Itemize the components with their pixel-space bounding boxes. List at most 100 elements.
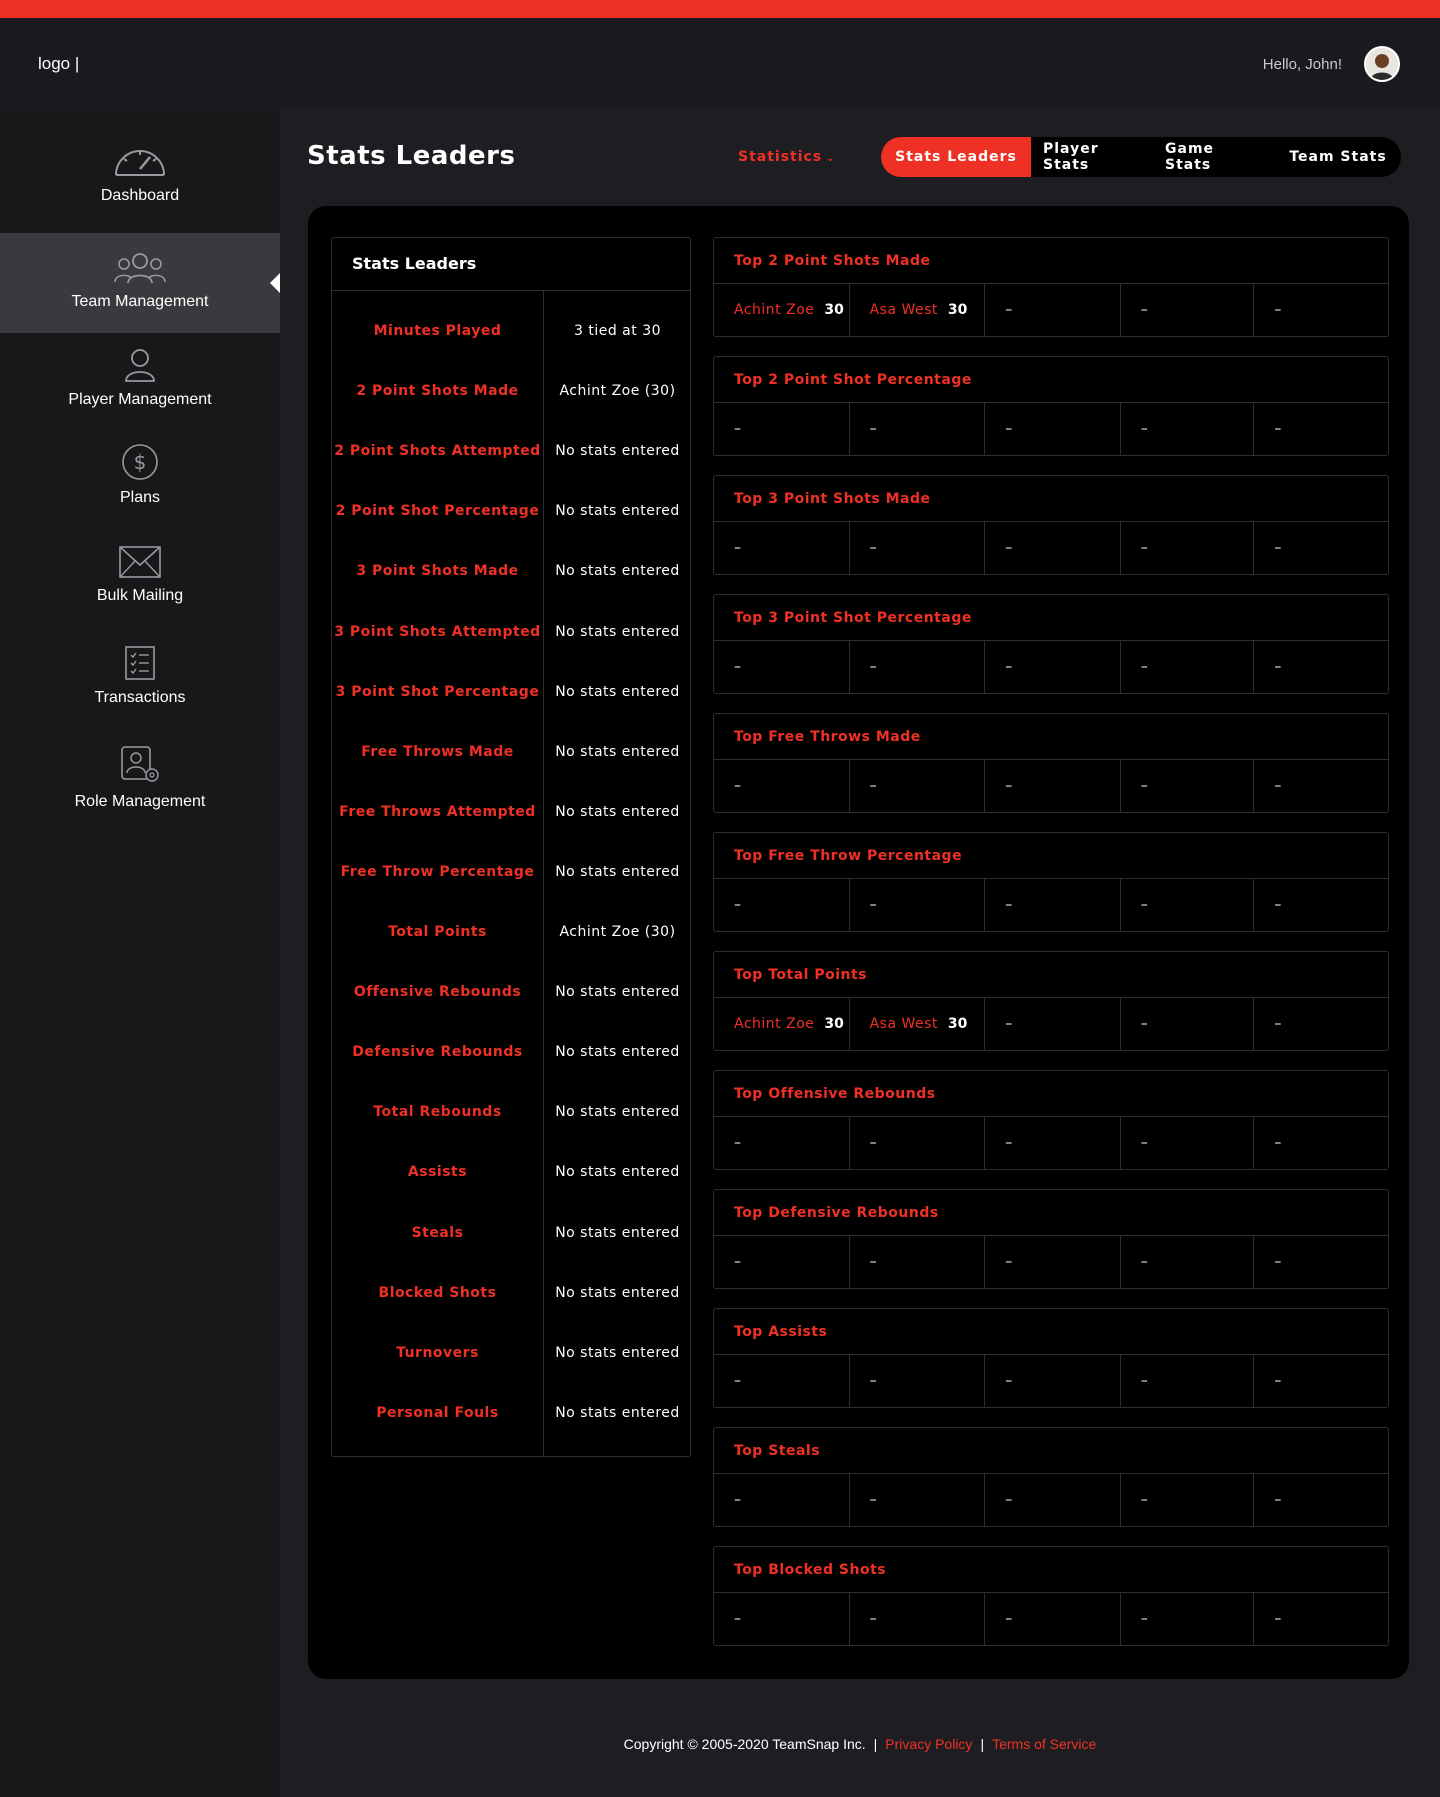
empty-stat-value: – — [1005, 421, 1013, 437]
player-name-link[interactable]: Achint Zoe — [734, 1016, 814, 1032]
stat-card-title: Top 3 Point Shots Made — [714, 476, 1388, 522]
statistics-dropdown[interactable]: Statistics ⌄ — [738, 149, 836, 165]
sidebar-item-transactions[interactable]: Transactions — [0, 645, 280, 725]
sidebar-item-role-management[interactable]: Role Management — [0, 745, 280, 825]
stat-cell: – — [1254, 1117, 1388, 1169]
empty-stat-value: – — [1140, 1492, 1148, 1508]
tab-player-stats[interactable]: Player Stats — [1031, 137, 1153, 177]
sidebar-item-plans[interactable]: $ Plans — [0, 443, 280, 523]
stat-card-title: Top Blocked Shots — [714, 1547, 1388, 1593]
stat-cell: – — [714, 1474, 850, 1526]
stat-card-title: Top Defensive Rebounds — [714, 1190, 1388, 1236]
stat-card: Top Free Throw Percentage – – – – – — [713, 832, 1389, 932]
stat-cell: – — [850, 760, 986, 812]
leader-stat-value: No stats entered — [555, 1344, 680, 1361]
stat-card-title: Top Free Throws Made — [714, 714, 1388, 760]
empty-stat-value: – — [869, 1492, 877, 1508]
leader-row: Defensive Rebounds No stats entered — [332, 1024, 692, 1084]
leader-row: Total Rebounds No stats entered — [332, 1084, 692, 1144]
leader-stat-name: 3 Point Shots Made — [356, 563, 519, 580]
stat-card-title: Top Assists — [714, 1309, 1388, 1355]
leader-stat-value: Achint Zoe (30) — [559, 383, 676, 400]
stat-card-title: Top 3 Point Shot Percentage — [714, 595, 1388, 641]
empty-stat-value: – — [1140, 897, 1148, 913]
empty-stat-value: – — [1274, 421, 1282, 437]
leader-row: Personal Fouls No stats entered — [332, 1385, 692, 1445]
stats-leaders-heading: Stats Leaders — [332, 238, 690, 291]
leader-stat-name: 2 Point Shots Made — [356, 383, 519, 400]
leader-stat-name: Free Throw Percentage — [340, 863, 535, 880]
stat-card-row: – – – – – — [714, 1355, 1388, 1407]
leader-row: 2 Point Shots Attempted No stats entered — [332, 423, 692, 483]
tab-game-stats[interactable]: Game Stats — [1153, 137, 1275, 177]
stat-card-title: Top Offensive Rebounds — [714, 1071, 1388, 1117]
leader-stat-value: No stats entered — [555, 1224, 680, 1241]
sidebar-item-team-management[interactable]: Team Management — [0, 233, 280, 333]
empty-stat-value: – — [1140, 1016, 1148, 1032]
leader-stat-value: No stats entered — [555, 1404, 680, 1421]
stat-cell: – — [1121, 1474, 1255, 1526]
empty-stat-value: – — [734, 1135, 741, 1151]
leader-row: Free Throws Attempted No stats entered — [332, 784, 692, 844]
stat-card-title: Top 2 Point Shots Made — [714, 238, 1388, 284]
privacy-policy-link[interactable]: Privacy Policy — [885, 1736, 972, 1752]
empty-stat-value: – — [734, 540, 741, 556]
stat-cell: – — [1254, 1474, 1388, 1526]
player-name-link[interactable]: Asa West — [870, 302, 938, 318]
player-stat-value: 30 — [947, 1016, 968, 1032]
leader-stat-value: No stats entered — [555, 803, 680, 820]
stat-cell: – — [1254, 522, 1388, 574]
avatar[interactable] — [1364, 46, 1400, 82]
empty-stat-value: – — [1140, 540, 1148, 556]
leader-row: Free Throws Made No stats entered — [332, 724, 692, 784]
stat-card: Top Assists – – – – – — [713, 1308, 1389, 1408]
stat-cell: – — [1254, 760, 1388, 812]
stat-cell: – — [985, 1236, 1121, 1288]
empty-stat-value: – — [1140, 1135, 1148, 1151]
sidebar-item-bulk-mailing[interactable]: Bulk Mailing — [0, 545, 280, 625]
leader-stat-value: No stats entered — [555, 1044, 680, 1061]
leader-row: Total Points Achint Zoe (30) — [332, 904, 692, 964]
sidebar-item-player-management[interactable]: Player Management — [0, 347, 280, 427]
empty-stat-value: – — [1005, 302, 1013, 318]
terms-of-service-link[interactable]: Terms of Service — [992, 1736, 1096, 1752]
stat-card: Top 3 Point Shots Made – – – – – — [713, 475, 1389, 575]
leader-row: 3 Point Shots Made No stats entered — [332, 543, 692, 603]
leader-row: Blocked Shots No stats entered — [332, 1265, 692, 1325]
stat-card-title: Top 2 Point Shot Percentage — [714, 357, 1388, 403]
stat-cell: – — [1254, 1355, 1388, 1407]
stat-card: Top Total Points Achint Zoe 30 Asa West 30 – –… — [713, 951, 1389, 1051]
empty-stat-value: – — [1005, 1611, 1013, 1627]
stat-card-row: – – – – – — [714, 1593, 1388, 1645]
empty-stat-value: – — [869, 1373, 877, 1389]
tab-stats-leaders[interactable]: Stats Leaders — [881, 137, 1031, 177]
empty-stat-value: – — [1005, 1373, 1013, 1389]
empty-stat-value: – — [869, 1611, 877, 1627]
empty-stat-value: – — [1005, 897, 1013, 913]
stat-card-row: – – – – – — [714, 1474, 1388, 1526]
tab-team-stats[interactable]: Team Stats — [1275, 137, 1401, 177]
stat-cell: – — [850, 879, 986, 931]
leader-stat-value: No stats entered — [555, 683, 680, 700]
stat-card-row: Achint Zoe 30 Asa West 30 – – – — [714, 284, 1388, 336]
leader-row: Minutes Played 3 tied at 30 — [332, 303, 692, 363]
stat-cell: – — [985, 1355, 1121, 1407]
empty-stat-value: – — [1140, 1254, 1148, 1270]
stat-cell: – — [850, 1474, 986, 1526]
stat-cell: Achint Zoe 30 — [714, 284, 850, 336]
stat-cell: – — [1121, 879, 1255, 931]
stat-card-row: – – – – – — [714, 879, 1388, 931]
leader-stat-name: 3 Point Shot Percentage — [335, 683, 540, 700]
sidebar-item-dashboard[interactable]: Dashboard — [0, 139, 280, 219]
stat-cell: – — [985, 1117, 1121, 1169]
leader-stat-name: Assists — [407, 1164, 468, 1181]
logo[interactable]: logo | — [38, 54, 79, 74]
stat-cell: – — [714, 403, 850, 455]
stat-cell: – — [714, 760, 850, 812]
stat-card: Top Free Throws Made – – – – – — [713, 713, 1389, 813]
player-name-link[interactable]: Achint Zoe — [734, 302, 814, 318]
leader-stat-name: Offensive Rebounds — [353, 984, 522, 1001]
player-name-link[interactable]: Asa West — [870, 1016, 938, 1032]
leader-row: Steals No stats entered — [332, 1205, 692, 1265]
leader-row: Offensive Rebounds No stats entered — [332, 964, 692, 1024]
